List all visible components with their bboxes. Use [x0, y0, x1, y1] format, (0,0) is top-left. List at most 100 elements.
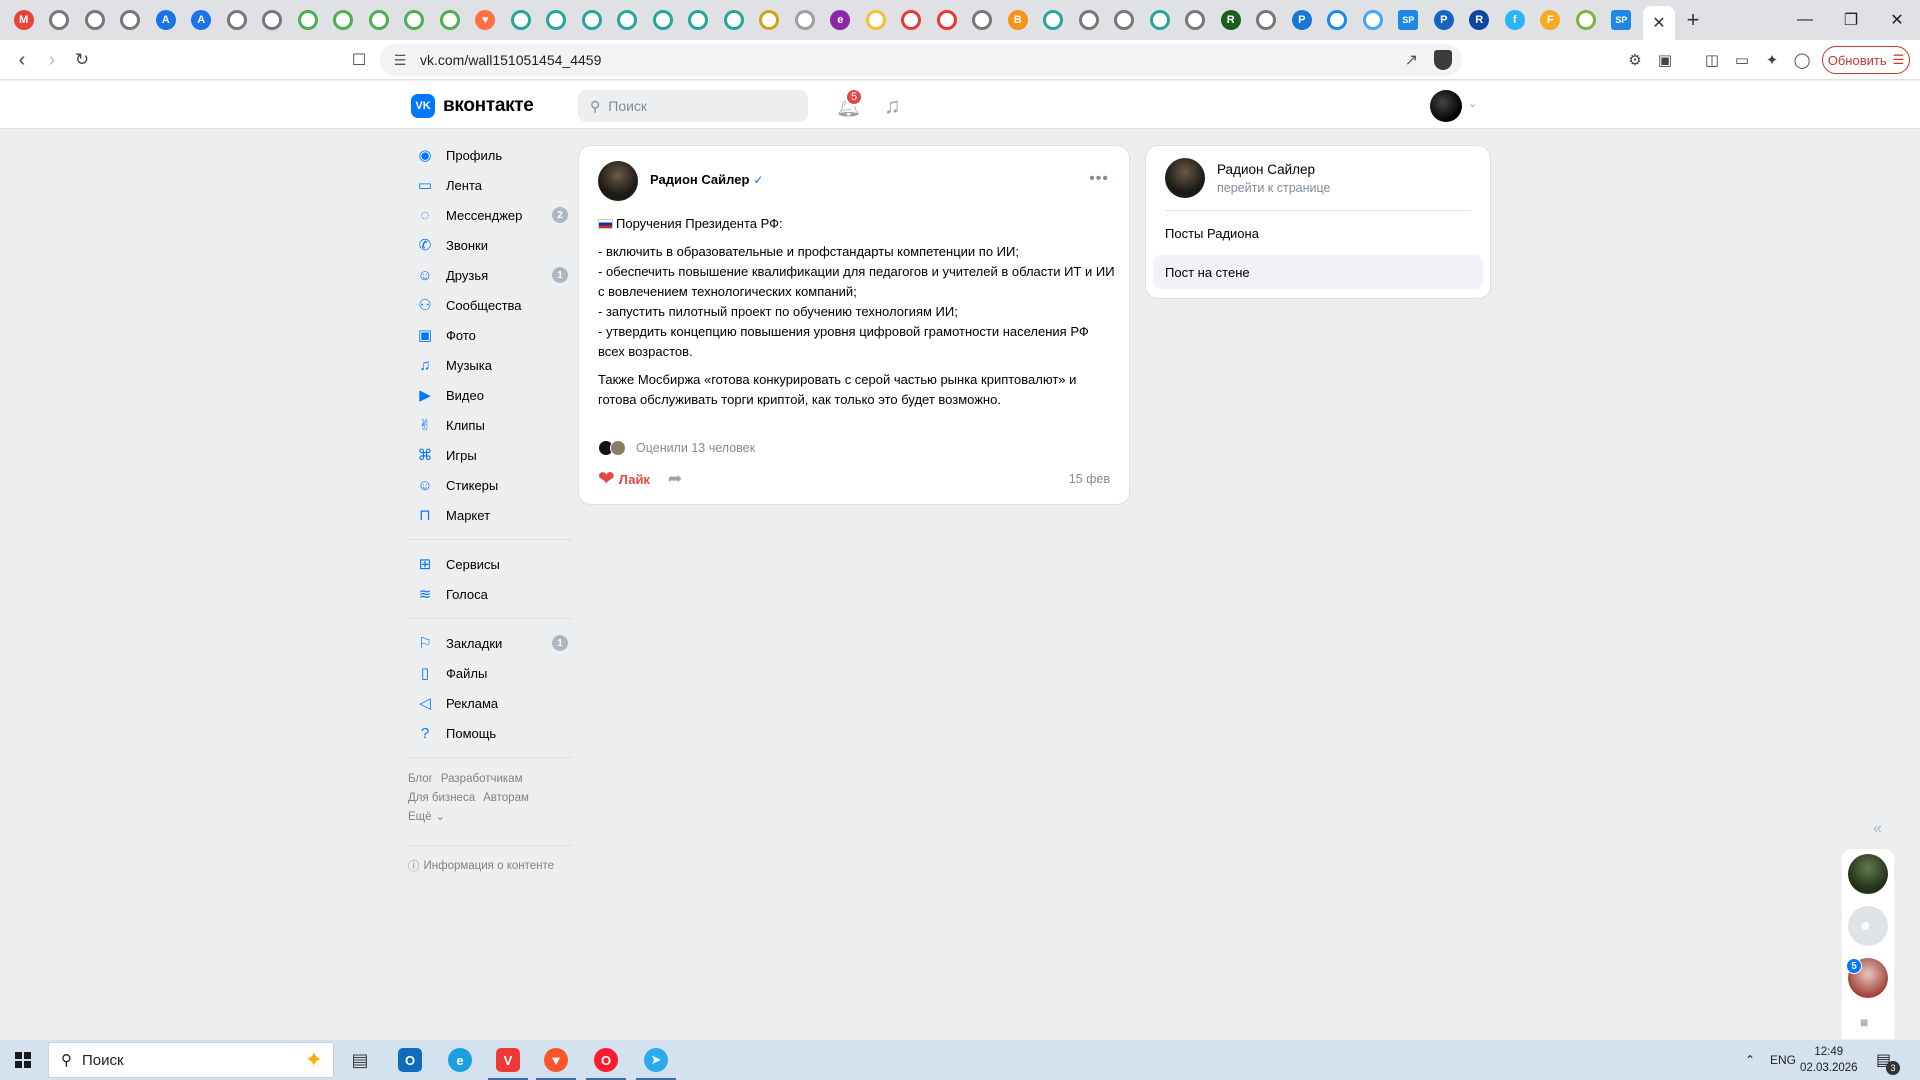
- new-tab-icon[interactable]: +: [1675, 0, 1711, 40]
- browser-tab[interactable]: f: [1497, 0, 1533, 40]
- browser-tab[interactable]: [681, 0, 717, 40]
- browser-tab[interactable]: [1568, 0, 1604, 40]
- sidebar-item-services[interactable]: ⊞ Сервисы: [408, 549, 572, 579]
- sidebar-item-profile[interactable]: ◉ Профиль: [408, 140, 572, 170]
- browser-tab[interactable]: [255, 0, 291, 40]
- sidebar-item-help[interactable]: ? Помощь: [408, 718, 572, 748]
- browser-tab[interactable]: F: [1533, 0, 1569, 40]
- sidebar-item-clips[interactable]: ✌ Клипы: [408, 410, 572, 440]
- chat-bubble-icon[interactable]: ■: [1860, 1014, 1868, 1030]
- browser-tab[interactable]: P: [1284, 0, 1320, 40]
- browser-tab[interactable]: [503, 0, 539, 40]
- vk-search-input[interactable]: ⚲ Поиск: [578, 90, 808, 122]
- sidebar-item-messenger[interactable]: ◌ Мессенджер 2: [408, 200, 572, 230]
- close-tab-icon[interactable]: ✕: [1652, 13, 1665, 33]
- sidebar-item-ads[interactable]: ◁ Реклама: [408, 688, 572, 718]
- bookmark-page-icon[interactable]: ☐: [347, 48, 371, 72]
- sidebar-item-stickers[interactable]: ☺ Стикеры: [408, 470, 572, 500]
- browser-tab[interactable]: ♥: [468, 0, 504, 40]
- sidebar-item-files[interactable]: ▯ Файлы: [408, 658, 572, 688]
- brave-shield-icon[interactable]: [1434, 50, 1452, 70]
- browser-tab[interactable]: [752, 0, 788, 40]
- sidebar-item-music[interactable]: ♫ Музыка: [408, 350, 572, 380]
- leo-ai-icon[interactable]: ✦: [1762, 50, 1782, 70]
- start-button[interactable]: [0, 1040, 46, 1080]
- browser-tab[interactable]: e: [823, 0, 859, 40]
- browser-tab[interactable]: [1036, 0, 1072, 40]
- post-date[interactable]: 15 фев: [1069, 472, 1110, 486]
- browser-tab[interactable]: [787, 0, 823, 40]
- browser-tab[interactable]: [1355, 0, 1391, 40]
- footer-link-more[interactable]: Ещё: [408, 811, 432, 823]
- taskbar-app-edge[interactable]: e: [436, 1040, 484, 1080]
- post-author[interactable]: Радион Сайлер ✓: [650, 172, 763, 187]
- chat-avatar[interactable]: [1848, 854, 1888, 894]
- browser-tab[interactable]: [1249, 0, 1285, 40]
- language-indicator[interactable]: ENG: [1770, 1040, 1796, 1080]
- browser-tab[interactable]: A: [148, 0, 184, 40]
- close-window-icon[interactable]: ✕: [1874, 0, 1920, 40]
- browser-tab[interactable]: A: [184, 0, 220, 40]
- footer-link-authors[interactable]: Авторам: [483, 792, 529, 804]
- browser-tab[interactable]: [716, 0, 752, 40]
- tray-overflow-icon[interactable]: ⌃: [1745, 1040, 1755, 1080]
- share-icon[interactable]: ↗: [1405, 50, 1418, 70]
- update-button[interactable]: Обновить ☰: [1822, 46, 1910, 74]
- sidebar-item-friends[interactable]: ☺ Друзья 1: [408, 260, 572, 290]
- taskbar-app-opera[interactable]: O: [582, 1040, 630, 1080]
- share-arrow-icon[interactable]: ➦: [668, 469, 682, 489]
- browser-tab[interactable]: R: [1213, 0, 1249, 40]
- like-button[interactable]: ❤ Лайк: [598, 469, 650, 489]
- user-avatar[interactable]: [1430, 90, 1462, 122]
- wallet-icon[interactable]: ▭: [1732, 50, 1752, 70]
- browser-tab[interactable]: P: [1426, 0, 1462, 40]
- browser-tab[interactable]: [929, 0, 965, 40]
- browser-tab[interactable]: [42, 0, 78, 40]
- browser-tab[interactable]: [1320, 0, 1356, 40]
- browser-tab[interactable]: [1071, 0, 1107, 40]
- taskbar-search-input[interactable]: ⚲ Поиск ✦: [48, 1042, 334, 1078]
- address-bar[interactable]: ☰ vk.com/wall151051454_4459 ↗: [380, 44, 1462, 76]
- browser-tab[interactable]: [965, 0, 1001, 40]
- taskbar-app-telegram[interactable]: ➤: [632, 1040, 680, 1080]
- browser-tab[interactable]: [858, 0, 894, 40]
- post-author-name[interactable]: Радион Сайлер: [650, 172, 749, 187]
- footer-link-business[interactable]: Для бизнеса: [408, 792, 475, 804]
- browser-tab[interactable]: [432, 0, 468, 40]
- sidebar-item-feed[interactable]: ▭ Лента: [408, 170, 572, 200]
- browser-tab[interactable]: [1107, 0, 1143, 40]
- music-player-icon[interactable]: ♫: [884, 93, 901, 119]
- browser-tab[interactable]: [113, 0, 149, 40]
- sidebar-item-photo[interactable]: ▣ Фото: [408, 320, 572, 350]
- vpn-icon[interactable]: ◯: [1792, 50, 1812, 70]
- forward-icon[interactable]: ›: [40, 48, 64, 72]
- post-author-avatar[interactable]: [598, 161, 638, 201]
- browser-tab[interactable]: [610, 0, 646, 40]
- browser-tab[interactable]: [361, 0, 397, 40]
- browser-tab[interactable]: M: [6, 0, 42, 40]
- extensions-icon[interactable]: ⚙: [1625, 50, 1645, 70]
- content-info-link[interactable]: ⓘ Информация о контенте: [408, 845, 572, 874]
- taskbar-app-vivaldi[interactable]: V: [484, 1040, 532, 1080]
- reload-icon[interactable]: ↻: [70, 48, 94, 72]
- sidebar-item-calls[interactable]: ✆ Звонки: [408, 230, 572, 260]
- url-text[interactable]: vk.com/wall151051454_4459: [420, 52, 601, 68]
- browser-tab[interactable]: [539, 0, 575, 40]
- taskbar-app-outlook[interactable]: O: [386, 1040, 434, 1080]
- minimize-icon[interactable]: —: [1782, 0, 1828, 40]
- vk-logo[interactable]: VK вконтакте: [411, 94, 534, 118]
- taskbar-clock[interactable]: 12:49 02.03.2026: [1800, 1044, 1858, 1076]
- chevron-down-icon[interactable]: ⌄: [1468, 97, 1477, 110]
- browser-tab[interactable]: B: [1000, 0, 1036, 40]
- author-card-name[interactable]: Радион Сайлер: [1217, 162, 1315, 177]
- browser-tab[interactable]: [77, 0, 113, 40]
- browser-tab[interactable]: [1142, 0, 1178, 40]
- sidebar-item-video[interactable]: ▶ Видео: [408, 380, 572, 410]
- sidebar-item-market[interactable]: ⊓ Маркет: [408, 500, 572, 530]
- browser-tab[interactable]: [326, 0, 362, 40]
- sidebar-item-votes[interactable]: ≋ Голоса: [408, 579, 572, 609]
- sidebar-icon[interactable]: ◫: [1702, 50, 1722, 70]
- nav-wall-post[interactable]: Пост на стене: [1153, 255, 1483, 289]
- reactions-summary[interactable]: Оценили 13 человек: [598, 440, 755, 456]
- restore-icon[interactable]: ❐: [1828, 0, 1874, 40]
